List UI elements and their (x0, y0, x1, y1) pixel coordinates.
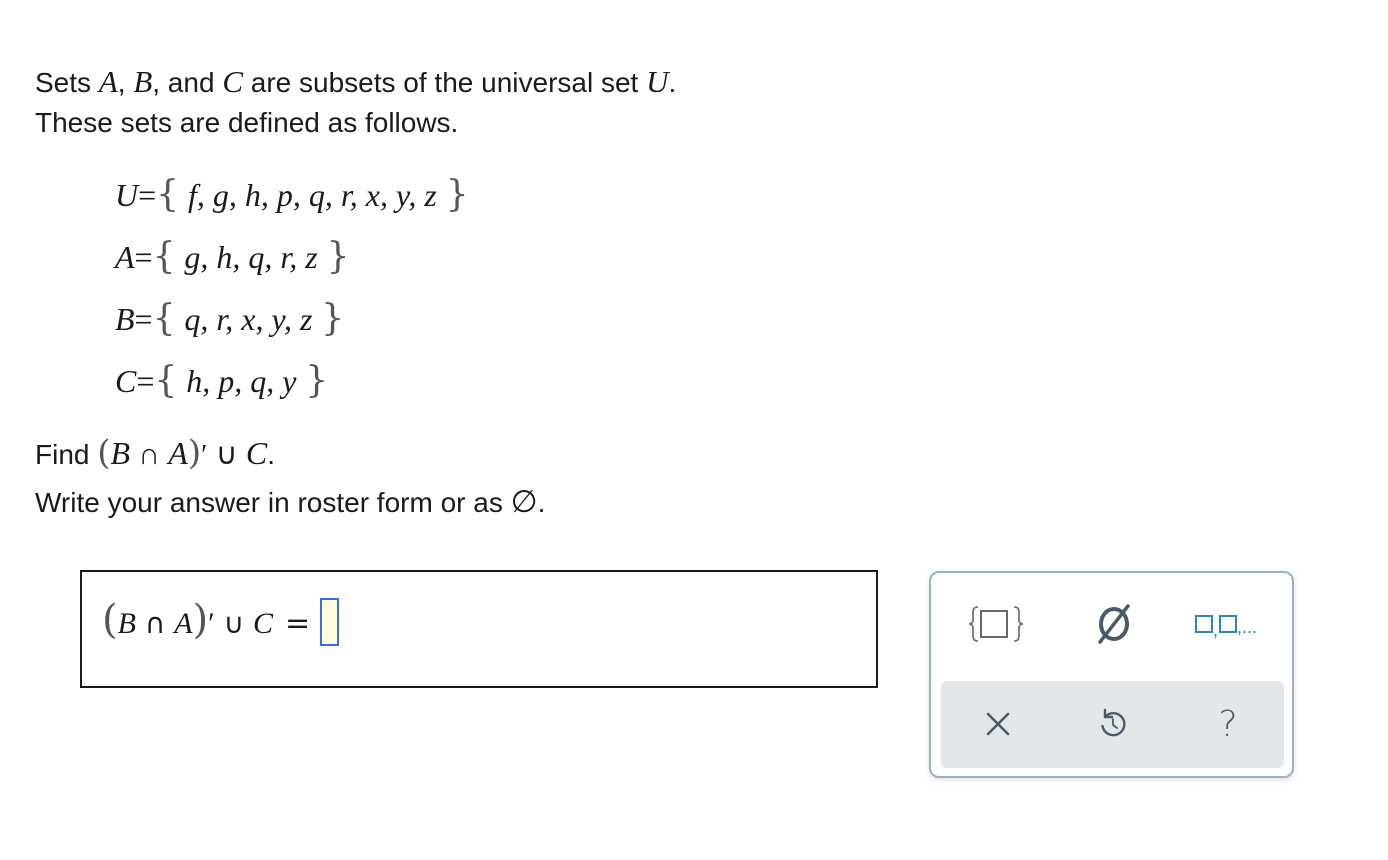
set-definition-u: U={ f, g, h, p, q, r, x, y, z } (115, 174, 469, 215)
answer-instruction: Write your answer in roster form or as ∅… (35, 484, 546, 519)
svg-text:,...: ,... (1237, 617, 1257, 637)
set-definition-c: C={ h, p, q, y } (115, 360, 329, 401)
set-definition-a: A={ g, h, q, r, z } (115, 236, 350, 277)
problem-intro: Sets A, B, and C are subsets of the univ… (35, 62, 676, 143)
help-button[interactable]: ? (1197, 693, 1259, 755)
help-icon: ? (1218, 703, 1238, 745)
intro-line-2: These sets are defined as follows. (35, 107, 459, 138)
tool-strip: ? (941, 681, 1284, 768)
answer-input[interactable] (320, 598, 340, 647)
set-braces-icon (968, 606, 1024, 642)
empty-set-button[interactable] (1079, 593, 1149, 655)
list-slots-button[interactable]: , ,... (1189, 593, 1275, 655)
intro-line-1: Sets A, B, and C are subsets of the univ… (35, 64, 677, 99)
empty-set-icon (1098, 604, 1130, 644)
close-icon (986, 712, 1010, 736)
set-definitions: U={ f, g, h, p, q, r, x, y, z } A={ g, h… (115, 164, 469, 412)
list-slots-icon: , ,... (1195, 615, 1257, 639)
clear-button[interactable] (967, 693, 1029, 755)
svg-text:,: , (1213, 620, 1218, 639)
set-braces-button[interactable] (961, 593, 1031, 655)
find-prompt: Find (B ∩ A)′ ∪ C. (35, 433, 275, 473)
undo-icon (1101, 708, 1126, 737)
answer-box: (B ∩ A)′ ∪ C = (80, 570, 878, 688)
undo-button[interactable] (1082, 693, 1144, 755)
answer-expression: (B ∩ A)′ ∪ C = (102, 592, 340, 648)
math-palette: , ,... ? (929, 571, 1294, 778)
set-definition-b: B={ q, r, x, y, z } (115, 298, 345, 339)
empty-set-symbol: ∅ (510, 484, 538, 519)
